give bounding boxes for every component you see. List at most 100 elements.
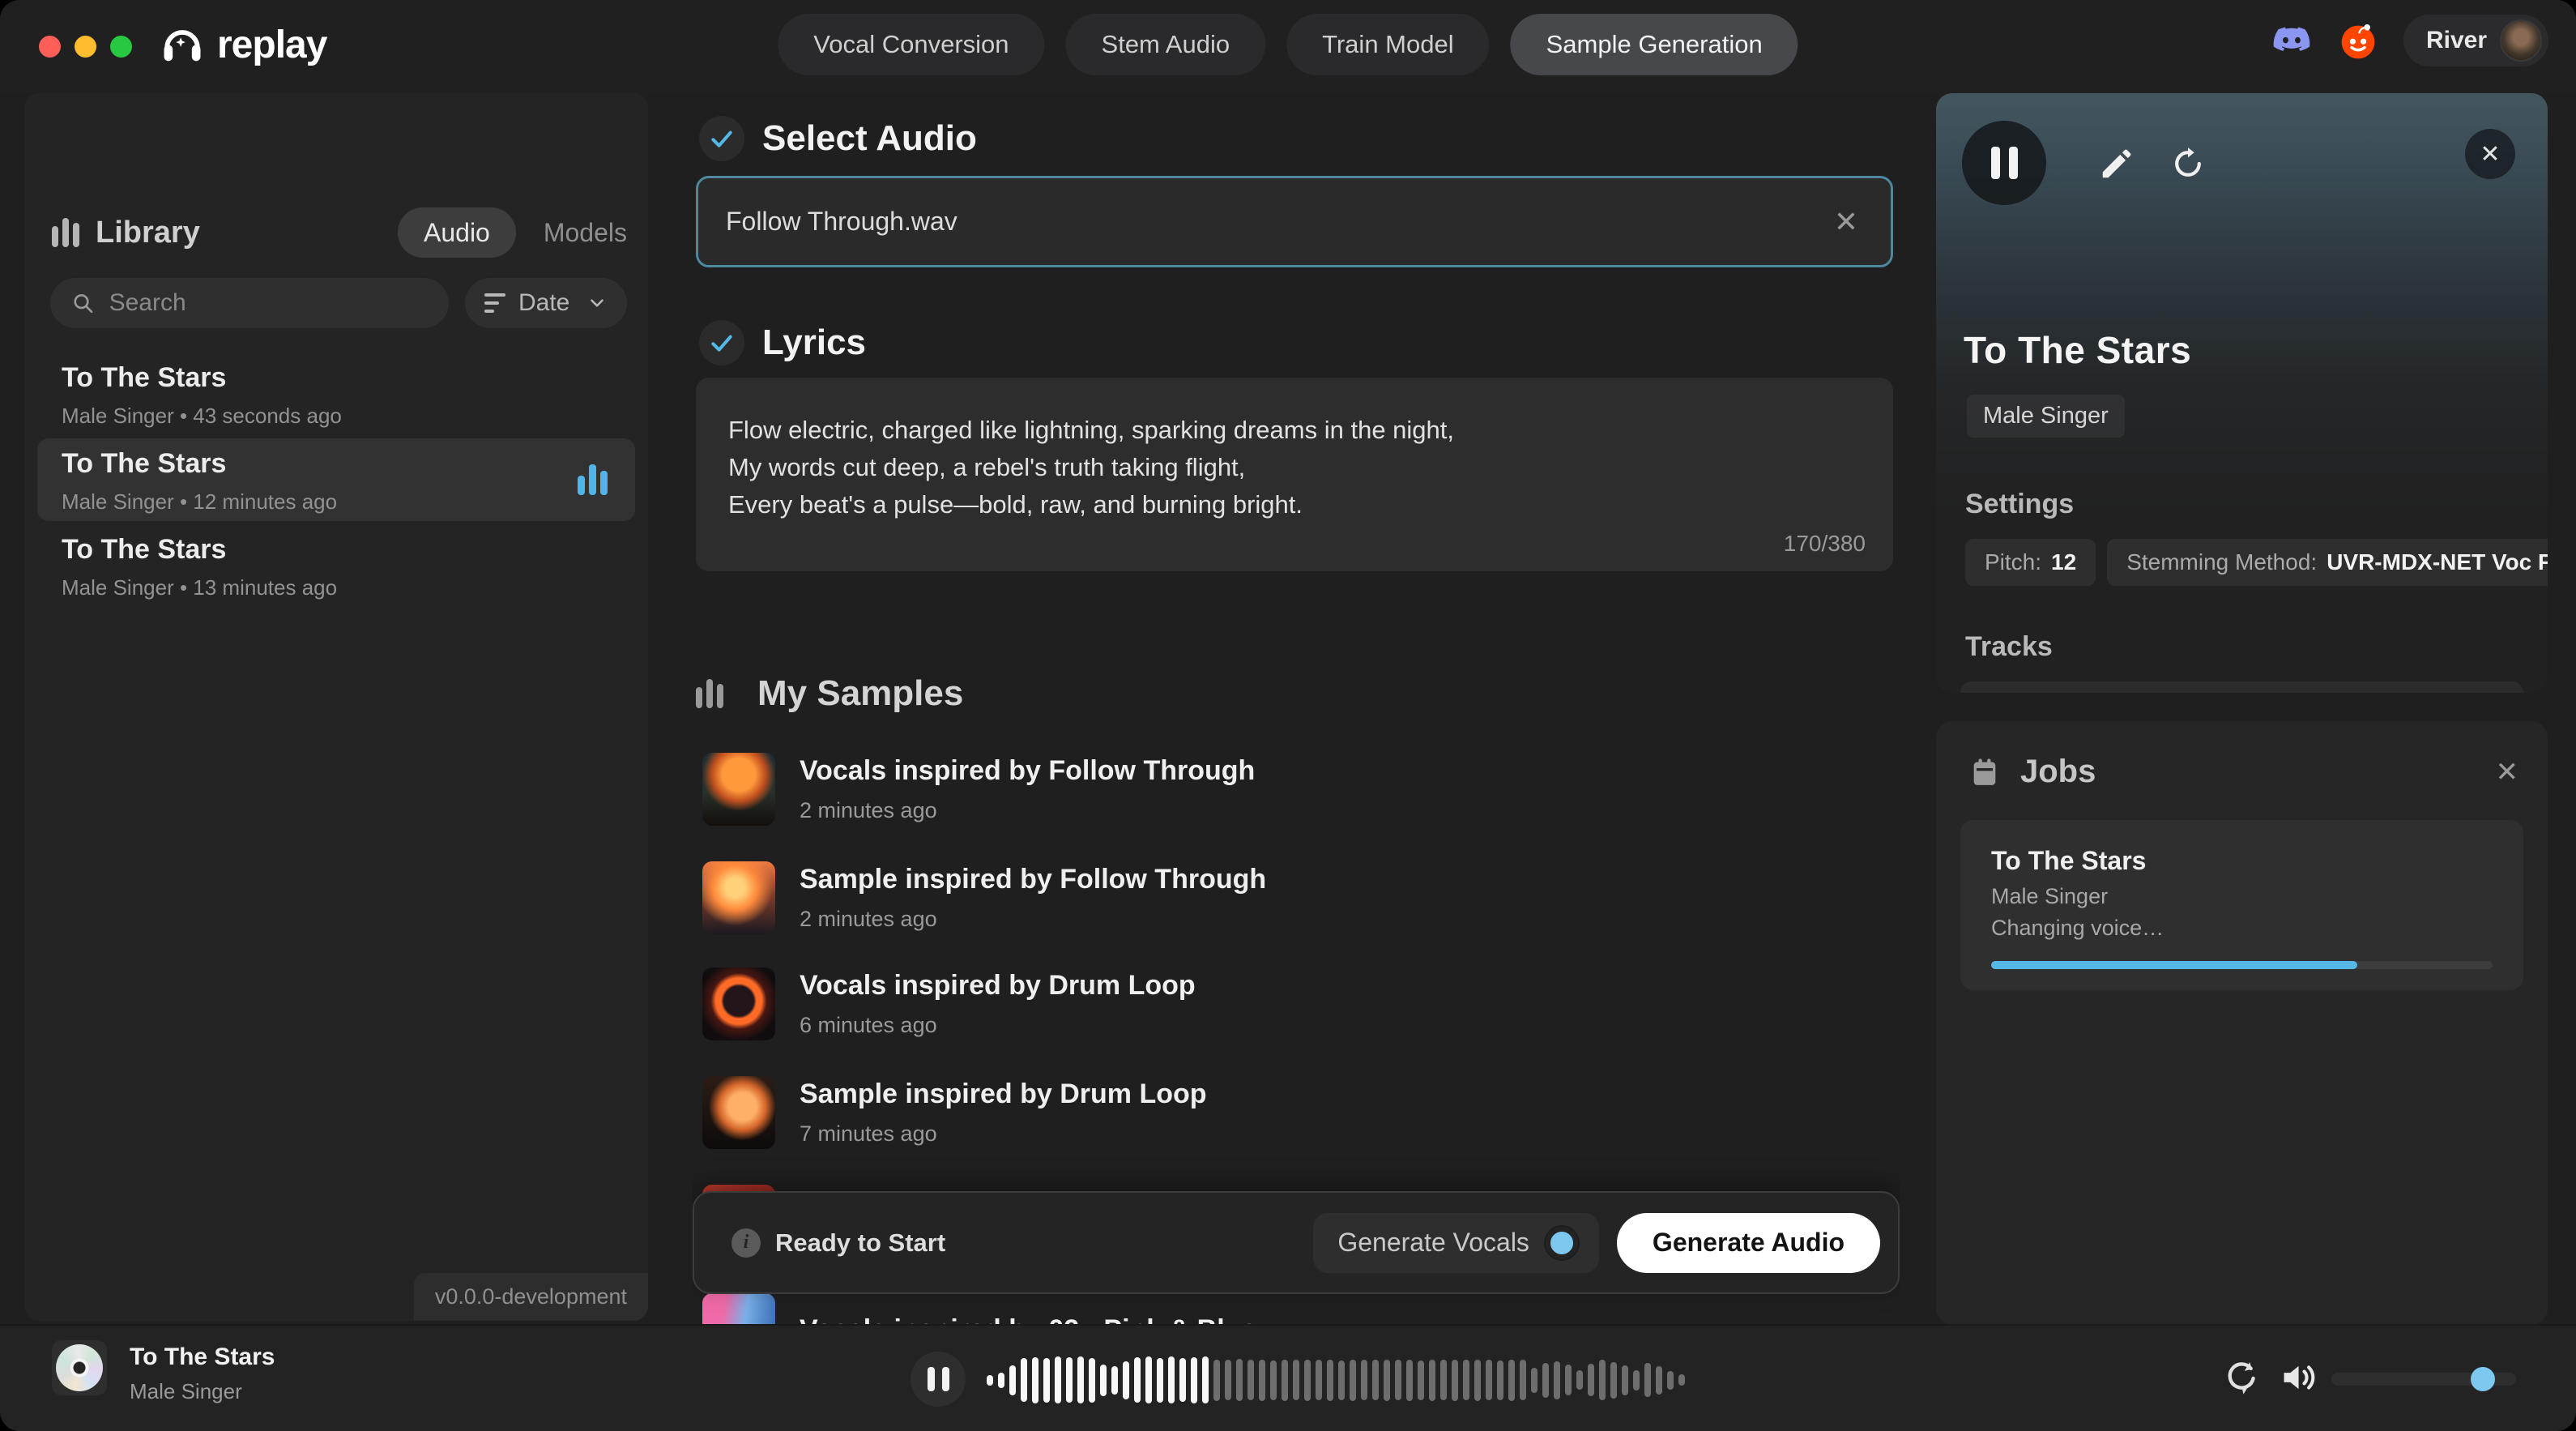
track-model: Male Singer [1967, 395, 2125, 438]
job-progress-fill [1991, 961, 2357, 969]
main-nav: Vocal Conversion Stem Audio Train Model … [778, 14, 1798, 75]
generate-audio-button[interactable]: Generate Audio [1617, 1213, 1880, 1273]
titlebar: replay Vocal Conversion Stem Audio Train… [0, 0, 2576, 93]
lyrics-heading: Lyrics [699, 320, 866, 365]
window-zoom-button[interactable] [110, 36, 132, 58]
samples-icon [696, 679, 723, 708]
volume-thumb[interactable] [2471, 1367, 2495, 1391]
close-jobs-icon[interactable]: ✕ [2496, 756, 2519, 788]
job-title: To The Stars [1991, 846, 2493, 876]
sample-item-2[interactable]: Sample inspired by Follow Through 2 minu… [702, 861, 1266, 935]
window-minimize-button[interactable] [75, 36, 96, 58]
sample-item-1[interactable]: Vocals inspired by Follow Through 2 minu… [702, 752, 1255, 827]
lyrics-text: Flow electric, charged like lightning, s… [728, 412, 1861, 523]
generation-action-bar: i Ready to Start Generate Vocals Generat… [693, 1191, 1900, 1294]
close-panel-icon[interactable]: ✕ [2465, 129, 2515, 179]
check-icon [699, 116, 744, 161]
library-search[interactable] [50, 278, 449, 328]
now-playing-artist: Male Singer [130, 1379, 275, 1404]
job-card: To The Stars Male Singer Changing voice… [1960, 820, 2523, 990]
library-item-1[interactable]: To The Stars Male Singer • 43 seconds ag… [37, 352, 635, 435]
library-icon [52, 218, 79, 247]
chevron-down-icon [586, 293, 608, 314]
volume-icon[interactable] [2278, 1356, 2320, 1403]
generate-vocals-toggle[interactable]: Generate Vocals [1313, 1213, 1599, 1273]
job-progress-bar [1991, 961, 2493, 969]
sample-artwork [702, 968, 775, 1040]
now-playing-art [52, 1340, 107, 1395]
version-label: v0.0.0-development [414, 1273, 648, 1321]
settings-heading: Settings [1965, 489, 2074, 520]
search-input[interactable] [109, 289, 428, 317]
jobs-panel: Jobs ✕ To The Stars Male Singer Changing… [1936, 721, 2548, 1325]
reddit-icon[interactable] [2337, 19, 2379, 62]
sample-item-4[interactable]: Sample inspired by Drum Loop 7 minutes a… [702, 1075, 1207, 1150]
track-detail-panel: ✕ To The Stars Male Singer Settings Pitc… [1936, 93, 2548, 693]
sort-icon [484, 288, 505, 318]
select-audio-heading: Select Audio [699, 116, 977, 161]
cd-disc-icon [56, 1344, 103, 1391]
sample-item-3[interactable]: Vocals inspired by Drum Loop 6 minutes a… [702, 967, 1196, 1041]
pitch-chip: Pitch: 12 [1965, 539, 2096, 586]
playback-bar: To The Stars Male Singer [0, 1324, 2576, 1431]
library-item-2-selected[interactable]: To The Stars Male Singer • 12 minutes ag… [37, 438, 635, 521]
tab-stem-audio[interactable]: Stem Audio [1066, 14, 1266, 75]
sort-label: Date [518, 289, 569, 317]
selected-file-name: Follow Through.wav [726, 207, 1829, 237]
stemming-method-chip: Stemming Method: UVR-MDX-NET Voc FT [2107, 539, 2548, 586]
sort-dropdown[interactable]: Date [465, 278, 627, 328]
waveform[interactable] [987, 1355, 1667, 1405]
repeat-icon[interactable] [2221, 1358, 2262, 1403]
clear-file-icon[interactable]: ✕ [1829, 205, 1863, 239]
library-title: Library [96, 216, 200, 250]
sample-artwork [702, 1076, 775, 1149]
regenerate-icon[interactable] [2169, 145, 2207, 186]
tab-vocal-conversion[interactable]: Vocal Conversion [778, 14, 1044, 75]
toggle-on-dot [1546, 1227, 1578, 1259]
playback-pause-button[interactable] [911, 1352, 966, 1407]
tab-train-model[interactable]: Train Model [1286, 14, 1490, 75]
user-menu[interactable]: River [2403, 15, 2548, 66]
track-converted-vocals[interactable]: Converted Vocals [1960, 681, 2523, 693]
sample-item-6[interactable]: Vocals inspired by 02 - Pink & Blue [702, 1292, 1256, 1324]
filter-audio-tab[interactable]: Audio [398, 207, 516, 258]
library-item-subtitle: Male Singer • 12 minutes ago [62, 489, 611, 515]
lyrics-textarea[interactable]: Flow electric, charged like lightning, s… [696, 378, 1893, 571]
audio-file-input[interactable]: Follow Through.wav ✕ [696, 176, 1893, 267]
lyrics-char-counter: 170/380 [1784, 531, 1866, 557]
now-playing-title: To The Stars [130, 1343, 275, 1371]
check-icon [699, 320, 744, 365]
library-item-title: To The Stars [62, 448, 611, 480]
app-window: replay Vocal Conversion Stem Audio Train… [0, 0, 2576, 1431]
tab-sample-generation[interactable]: Sample Generation [1511, 14, 1798, 75]
jobs-heading: Jobs [2020, 754, 2096, 790]
info-icon: i [731, 1228, 761, 1258]
my-samples-heading: My Samples [696, 673, 963, 714]
user-name: River [2426, 27, 2487, 54]
library-item-subtitle: Male Singer • 43 seconds ago [62, 404, 611, 429]
library-sidebar: Library Audio Models Date [24, 93, 648, 1321]
user-avatar [2500, 19, 2542, 62]
search-icon [71, 290, 95, 316]
job-status: Changing voice… [1991, 916, 2493, 941]
track-title: To The Stars [1964, 328, 2191, 372]
app-logo: replay [159, 21, 326, 68]
volume-slider[interactable] [2331, 1373, 2516, 1386]
job-model: Male Singer [1991, 884, 2493, 909]
status-text: Ready to Start [775, 1228, 945, 1258]
sample-generation-panel: Select Audio Follow Through.wav ✕ Lyrics… [693, 93, 1900, 1324]
now-playing-equalizer-icon [578, 464, 608, 495]
library-item-title: To The Stars [62, 534, 611, 566]
library-item-title: To The Stars [62, 362, 611, 394]
library-header: Library Audio Models [52, 207, 627, 258]
pause-button[interactable] [1962, 121, 2046, 205]
library-item-subtitle: Male Singer • 13 minutes ago [62, 575, 611, 600]
tracks-heading: Tracks [1965, 631, 2053, 663]
sample-artwork [702, 1293, 775, 1324]
headphones-icon [159, 21, 206, 68]
window-close-button[interactable] [39, 36, 61, 58]
edit-icon[interactable] [2098, 145, 2135, 186]
filter-models-tab[interactable]: Models [544, 218, 627, 248]
library-item-3[interactable]: To The Stars Male Singer • 13 minutes ag… [37, 524, 635, 607]
discord-icon[interactable] [2271, 19, 2313, 62]
